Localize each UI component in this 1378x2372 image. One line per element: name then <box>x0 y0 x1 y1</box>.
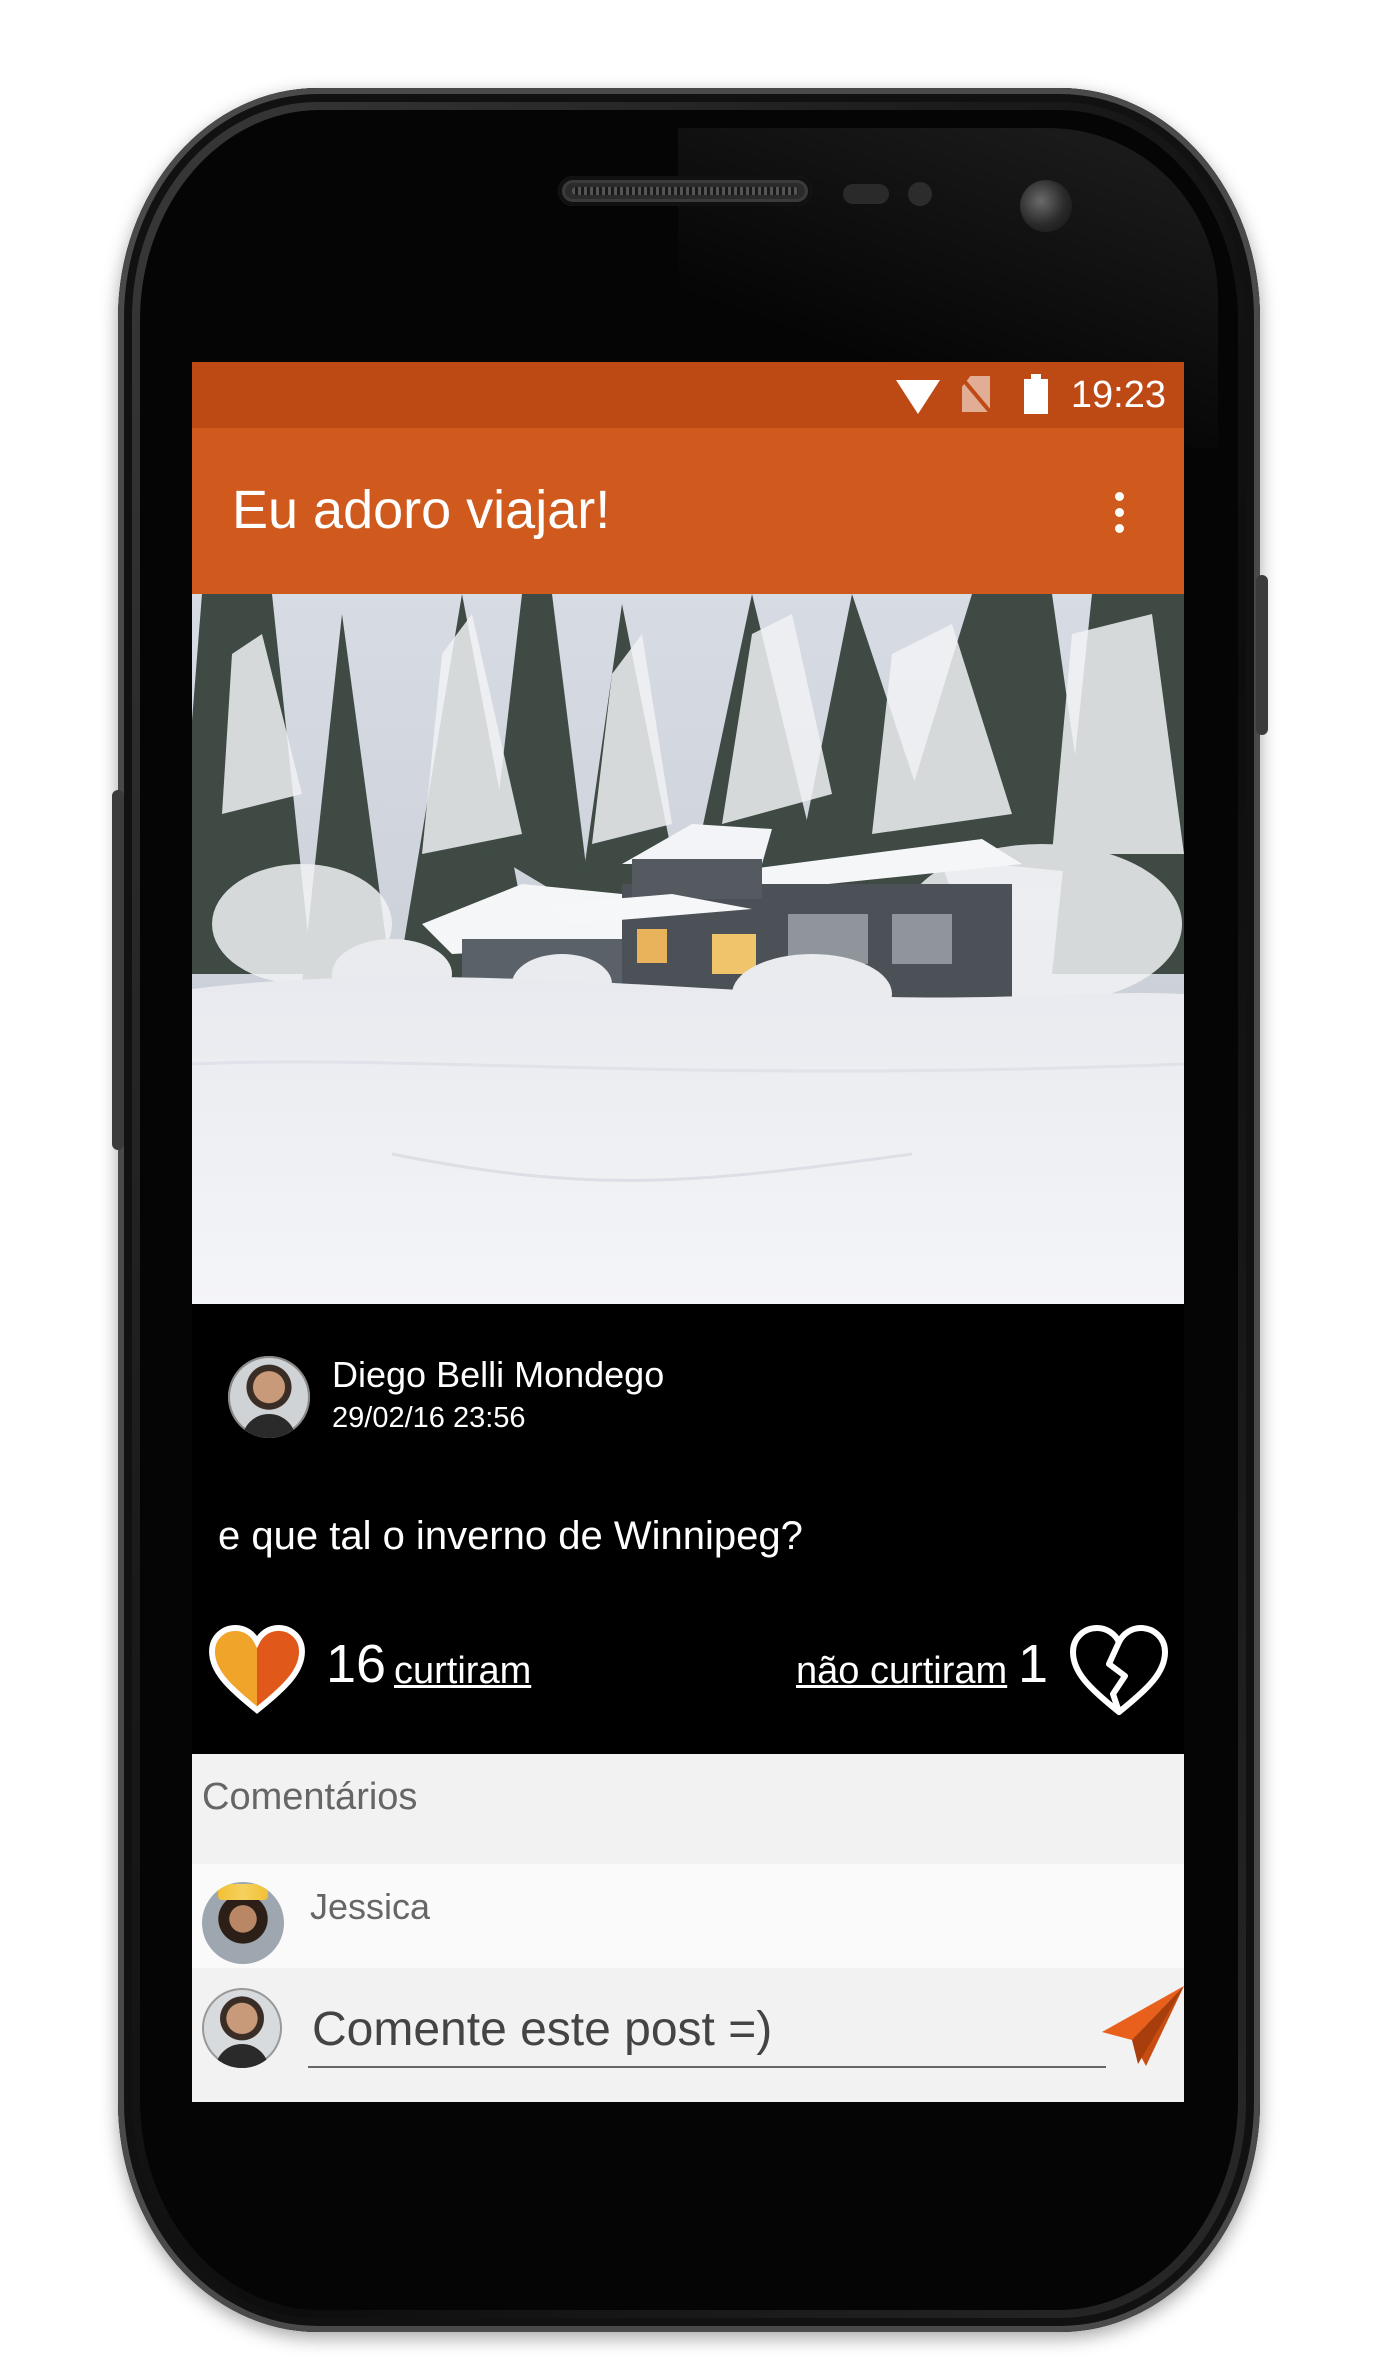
post-details: Diego Belli Mondego 29/02/16 23:56 e que… <box>192 1304 1184 1715</box>
winter-house-image <box>192 594 1184 1304</box>
author-avatar[interactable] <box>228 1356 310 1438</box>
comment-compose <box>192 1974 1184 2102</box>
status-time: 19:23 <box>1070 374 1166 416</box>
app-bar: Eu adoro viajar! <box>192 428 1184 594</box>
volume-button <box>112 790 124 1150</box>
broken-heart-icon[interactable] <box>1068 1624 1170 1716</box>
battery-icon <box>1024 374 1048 414</box>
author-name[interactable]: Diego Belli Mondego <box>332 1354 664 1396</box>
status-bar: 19:23 <box>192 362 1184 428</box>
proximity-sensor <box>843 184 889 204</box>
comments-section: Comentários Jessica <box>192 1754 1184 2102</box>
app-title: Eu adoro viajar! <box>232 480 611 540</box>
likes-link[interactable]: curtiram <box>394 1650 531 1693</box>
wifi-icon <box>896 380 940 414</box>
no-sim-icon <box>962 376 990 412</box>
overflow-menu-icon[interactable] <box>1112 486 1126 538</box>
power-button <box>1256 575 1268 735</box>
front-camera <box>1020 180 1072 232</box>
comment-item[interactable]: Jessica <box>192 1864 1184 1968</box>
post-photo[interactable] <box>192 594 1184 1304</box>
commenter-name: Jessica <box>310 1886 431 1927</box>
current-user-avatar <box>202 1988 282 2068</box>
earpiece-speaker <box>558 176 812 206</box>
dislike-count: 1 <box>1018 1634 1049 1694</box>
post-text: e que tal o inverno de Winnipeg? <box>218 1514 803 1558</box>
like-count: 16 <box>326 1634 387 1694</box>
dislikes-link[interactable]: não curtiram <box>796 1650 1007 1693</box>
send-icon[interactable] <box>1102 1980 1184 2070</box>
screen: 19:23 Eu adoro viajar! Diego Belli Monde… <box>192 362 1184 2102</box>
commenter-avatar[interactable] <box>202 1882 284 1964</box>
post-date: 29/02/16 23:56 <box>332 1402 526 1434</box>
light-sensor <box>908 182 932 206</box>
comment-input[interactable] <box>308 1992 1106 2068</box>
comments-header: Comentários <box>202 1776 418 1818</box>
heart-icon[interactable] <box>208 1624 306 1714</box>
